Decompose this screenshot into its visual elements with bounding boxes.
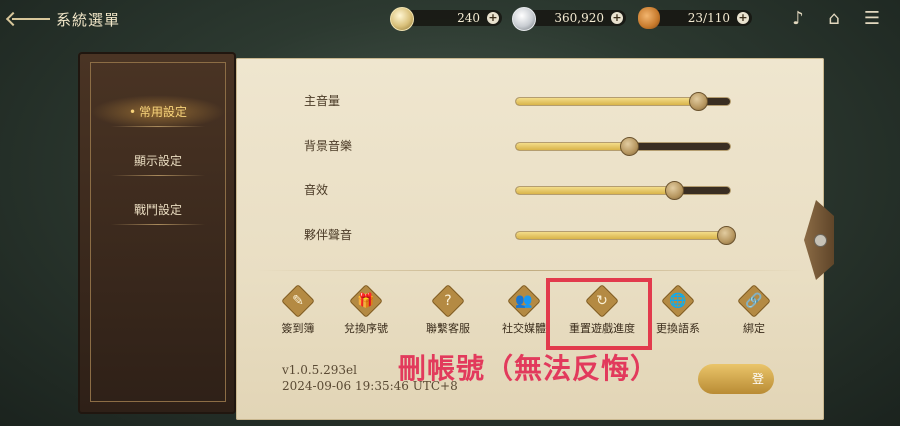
bread-counter: 23/110 +: [638, 7, 752, 29]
link-icon: 🔗: [739, 286, 769, 316]
add-silver-button[interactable]: +: [611, 12, 623, 24]
globe-icon: 🌐: [663, 286, 693, 316]
panel-divider: [256, 270, 806, 271]
gift-icon: 🎁: [351, 286, 381, 316]
feather-icon: ✎: [283, 286, 313, 316]
gold-coin-icon: [390, 7, 414, 31]
active-bullet-icon: •: [128, 105, 137, 119]
gramophone-icon[interactable]: ♪: [786, 8, 810, 30]
top-bar: 系統選單 240 + 360,920 + 23/110 + ♪ ⌂ ☰: [0, 0, 900, 40]
slider-label: 背景音樂: [304, 139, 353, 153]
bgm-volume-slider[interactable]: [516, 137, 730, 156]
delete-account-annotation: 刪帳號（無法反悔）: [398, 352, 660, 385]
silver-coin-icon: [512, 7, 536, 31]
confirm-button[interactable]: 登: [698, 364, 774, 394]
slider-fill: [516, 187, 675, 194]
slider-label: 夥伴聲音: [304, 228, 353, 242]
sign-in-book-button[interactable]: ✎ 簽到簿: [260, 286, 336, 338]
slider-fill: [516, 143, 630, 150]
sidebar-divider: [111, 224, 205, 225]
sidebar-item-battle-settings[interactable]: 戰鬥設定: [91, 193, 225, 227]
slider-thumb[interactable]: [688, 92, 708, 111]
page-title: 系統選單: [56, 10, 121, 29]
sidebar-item-label: 戰鬥設定: [133, 203, 182, 217]
companion-voice-row: 夥伴聲音: [304, 223, 736, 247]
sfx-volume-slider[interactable]: [516, 181, 730, 200]
slider-label: 主音量: [304, 94, 341, 108]
bgm-volume-row: 背景音樂: [304, 134, 734, 158]
sidebar-divider: [111, 175, 205, 176]
slider-label: 音效: [304, 183, 329, 197]
bread-icon: [638, 7, 660, 29]
sidebar-item-label: 顯示設定: [133, 154, 182, 168]
redeem-code-button[interactable]: 🎁 兌換序號: [328, 286, 404, 338]
button-label: 簽到簿: [281, 322, 315, 335]
slider-thumb[interactable]: [620, 137, 640, 156]
slider-thumb[interactable]: [716, 226, 736, 245]
slider-fill: [516, 232, 726, 239]
slider-thumb[interactable]: [665, 181, 685, 200]
sidebar-item-common-settings[interactable]: • 常用設定: [91, 95, 225, 129]
people-icon: 👥: [509, 286, 539, 316]
back-arrow-icon: [6, 12, 52, 26]
silver-coin-counter: 360,920 +: [512, 7, 626, 31]
help-chat-icon: ?: [433, 286, 463, 316]
master-volume-slider[interactable]: [516, 92, 730, 111]
button-label: 聯繫客服: [426, 322, 470, 335]
menu-icon[interactable]: ☰: [860, 8, 884, 30]
sidebar-item-display-settings[interactable]: 顯示設定: [91, 144, 225, 178]
tab-knob-icon: [814, 234, 827, 247]
settings-sidebar: • 常用設定 顯示設定 戰鬥設定: [78, 52, 236, 414]
slider-fill: [516, 98, 698, 105]
add-bread-button[interactable]: +: [737, 12, 749, 24]
sfx-volume-row: 音效: [304, 178, 734, 202]
companion-voice-slider[interactable]: [516, 226, 736, 245]
highlight-box: [546, 278, 652, 350]
master-volume-row: 主音量: [304, 89, 734, 113]
sidebar-item-label: 常用設定: [139, 105, 188, 119]
sidebar-frame: • 常用設定 顯示設定 戰鬥設定: [90, 62, 226, 402]
contact-support-button[interactable]: ? 聯繫客服: [410, 286, 486, 338]
back-button[interactable]: 系統選單: [6, 6, 120, 32]
add-gold-button[interactable]: +: [487, 12, 499, 24]
gold-coin-counter: 240 +: [390, 7, 502, 31]
sidebar-divider: [111, 126, 205, 127]
button-label: 兌換序號: [344, 322, 388, 335]
bind-account-button[interactable]: 🔗 綁定: [716, 286, 792, 338]
button-label: 綁定: [743, 322, 765, 335]
home-icon[interactable]: ⌂: [822, 8, 846, 30]
